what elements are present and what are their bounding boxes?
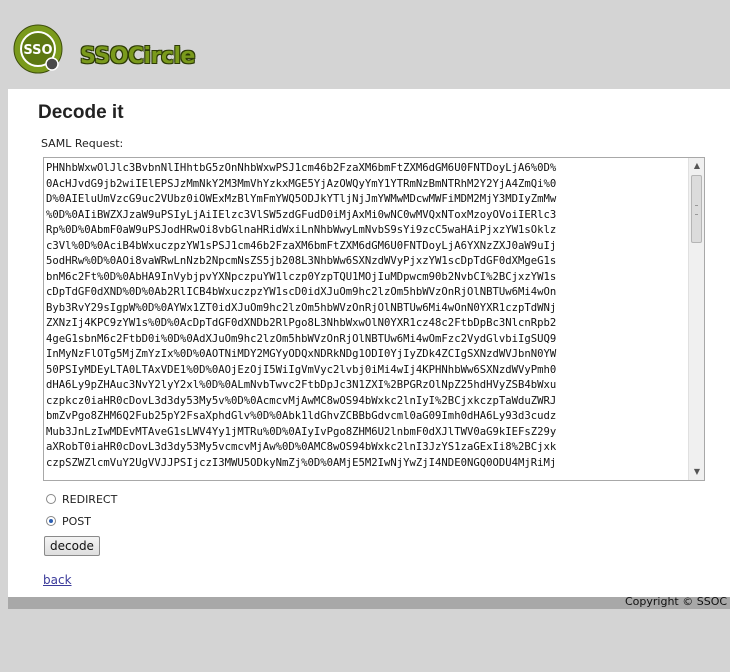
redirect-radio[interactable] xyxy=(46,494,56,504)
logo-text: SSO xyxy=(23,43,52,58)
redirect-label: REDIRECT xyxy=(62,493,118,506)
saml-request-label: SAML Request: xyxy=(41,137,124,150)
brand-name: SSOCircle xyxy=(80,44,195,69)
decode-button[interactable]: decode xyxy=(44,536,100,556)
post-label: POST xyxy=(62,515,91,528)
ssocircle-logo-icon: SSO xyxy=(13,24,63,74)
post-option[interactable]: POST xyxy=(46,515,91,528)
scroll-down-icon[interactable]: ▼ xyxy=(691,466,703,478)
footer-bar: Copyright © SSOC xyxy=(8,595,730,609)
scroll-thumb[interactable] xyxy=(691,175,702,243)
textarea-scrollbar[interactable]: ▲ ▼ xyxy=(688,158,704,480)
content-panel: Decode it SAML Request: PHNhbWxwOlJlc3Bv… xyxy=(8,89,730,597)
saml-request-textarea[interactable]: PHNhbWxwOlJlc3BvbnNlIHhtbG5zOnNhbWxwPSJ1… xyxy=(43,157,705,481)
page-title: Decode it xyxy=(38,102,124,123)
header: SSO SSOCircle xyxy=(0,0,730,89)
saml-request-text[interactable]: PHNhbWxwOlJlc3BvbnNlIHhtbG5zOnNhbWxwPSJ1… xyxy=(46,161,686,479)
back-link[interactable]: back xyxy=(43,573,72,587)
scroll-up-icon[interactable]: ▲ xyxy=(691,160,703,172)
redirect-option[interactable]: REDIRECT xyxy=(46,493,117,506)
copyright-text: Copyright © SSOC xyxy=(625,595,728,608)
post-radio[interactable] xyxy=(46,516,56,526)
